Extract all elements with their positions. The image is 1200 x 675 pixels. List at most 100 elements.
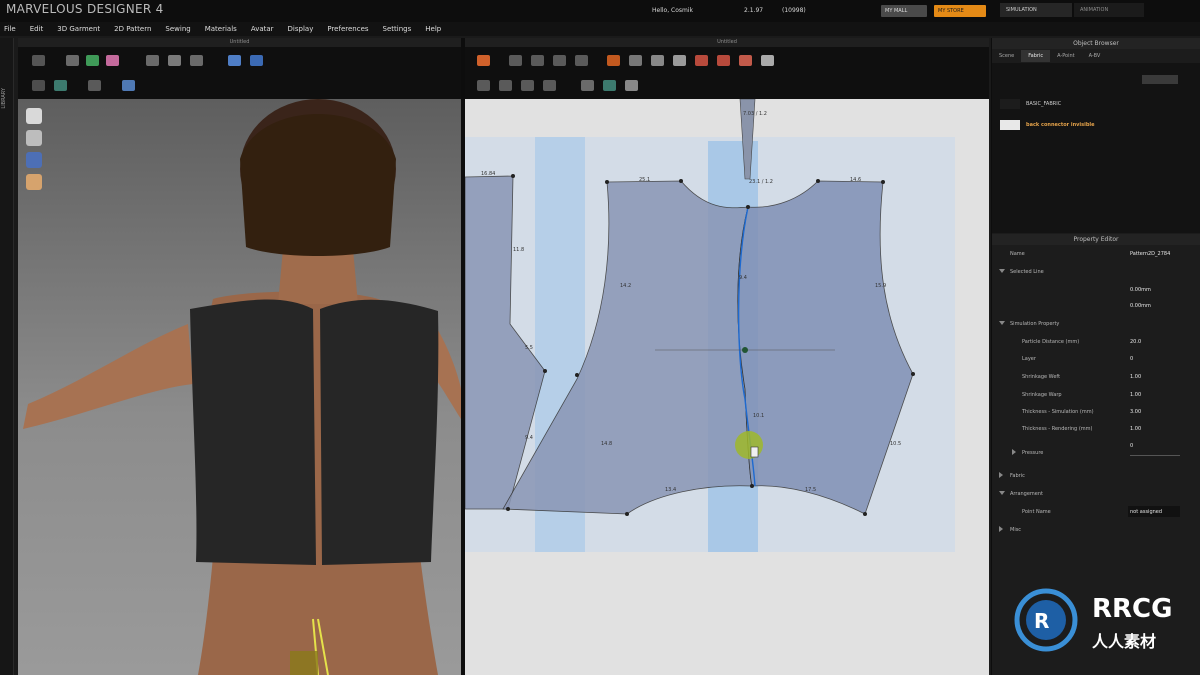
property-row: 0.00mm	[992, 298, 1200, 314]
internal-circle-icon[interactable]	[739, 55, 752, 66]
rectangle-icon[interactable]	[651, 55, 664, 66]
viewport-2d[interactable]: 7.03 / 1.2 16.84 23.1 / 1.2 25.1 14.6 11…	[465, 99, 989, 675]
version-label: 2.1.97	[744, 7, 764, 14]
property-value[interactable]: 0.00mm	[1130, 303, 1151, 309]
pattern-label: 10.5	[890, 441, 901, 447]
free-sewing-icon[interactable]	[499, 80, 512, 91]
tab-scene[interactable]: Scene	[992, 50, 1021, 62]
select-sewing-icon[interactable]	[581, 80, 594, 91]
internal-rect-icon[interactable]	[717, 55, 730, 66]
tab-fabric[interactable]: Fabric	[1021, 50, 1051, 62]
menu-help[interactable]: Help	[425, 25, 441, 33]
menu-display[interactable]: Display	[288, 25, 314, 33]
menu-materials[interactable]: Materials	[205, 25, 237, 33]
my-store-button[interactable]: MY STORE	[934, 5, 986, 17]
vertex	[679, 179, 683, 183]
menu-3d-garment[interactable]: 3D Garment	[57, 25, 100, 33]
dart-icon[interactable]	[607, 55, 620, 66]
menu-preferences[interactable]: Preferences	[327, 25, 368, 33]
pattern-label: 14.6	[850, 177, 861, 183]
menu-settings[interactable]: Settings	[383, 25, 412, 33]
cursor-icon	[750, 446, 759, 458]
library-strip[interactable]: LIBRARY	[0, 38, 14, 675]
tack-sewing-icon[interactable]	[521, 80, 534, 91]
internal-polygon-icon[interactable]	[695, 55, 708, 66]
pressure-slider[interactable]	[1130, 455, 1180, 456]
collapse-icon[interactable]	[999, 491, 1005, 495]
edit-sewing-icon[interactable]	[543, 80, 556, 91]
shirt-blue-icon[interactable]	[228, 55, 241, 66]
panel-3d-title: Untitled	[18, 38, 461, 47]
select-icon[interactable]	[66, 55, 79, 66]
property-label: Name	[1010, 251, 1025, 257]
pin-icon[interactable]	[168, 55, 181, 66]
measure-icon[interactable]	[32, 80, 45, 91]
section-simulation-property[interactable]: Simulation Property	[992, 316, 1200, 332]
tab-simulation[interactable]: SIMULATION	[1000, 3, 1072, 17]
edit-point-icon[interactable]	[509, 55, 522, 66]
internal-dart-icon[interactable]	[761, 55, 774, 66]
shirt-blue-2-icon[interactable]	[250, 55, 263, 66]
grid-icon[interactable]	[625, 80, 638, 91]
collapse-icon[interactable]	[999, 321, 1005, 325]
window-icon[interactable]	[122, 80, 135, 91]
property-value: not assigned	[1130, 509, 1163, 515]
fabric-tool-icon[interactable]	[54, 80, 67, 91]
property-value[interactable]: 0.00mm	[1130, 287, 1151, 293]
tab-a-point[interactable]: A-Point	[1050, 50, 1082, 62]
expand-icon[interactable]	[999, 472, 1003, 478]
menu-sewing[interactable]: Sewing	[165, 25, 190, 33]
texture-edit-icon[interactable]	[603, 80, 616, 91]
section-misc[interactable]: Misc	[992, 522, 1200, 538]
avatar-tool-icon[interactable]	[88, 80, 101, 91]
vertex	[911, 372, 915, 376]
menu-2d-pattern[interactable]: 2D Pattern	[114, 25, 151, 33]
property-value[interactable]: Pattern2D_2784	[1130, 251, 1170, 257]
select-mesh-icon[interactable]	[146, 55, 159, 66]
section-selected-line[interactable]: Selected Line	[992, 264, 1200, 280]
fabric-item[interactable]: back connector invisible	[1000, 120, 1095, 130]
fabric-swatch	[1000, 99, 1020, 109]
section-fabric[interactable]: Fabric	[992, 468, 1200, 484]
edit-curve-icon[interactable]	[531, 55, 544, 66]
pattern-label: 17.5	[805, 487, 816, 493]
menu-avatar[interactable]: Avatar	[251, 25, 274, 33]
menu-bar: File Edit 3D Garment 2D Pattern Sewing M…	[0, 22, 1200, 36]
tack-icon[interactable]	[190, 55, 203, 66]
garment-green-icon[interactable]	[86, 55, 99, 66]
section-pressure[interactable]: Pressure	[992, 445, 1200, 461]
panel-2d: Untitled 7.03 / 1.2 16.84 23.1 / 1.2 25.…	[465, 38, 989, 675]
vertex	[625, 512, 629, 516]
viewport-3d[interactable]	[18, 99, 461, 675]
tab-a-bv[interactable]: A-BV	[1082, 50, 1108, 62]
edit-segment-icon[interactable]	[553, 55, 566, 66]
segment-sewing-icon[interactable]	[477, 80, 490, 91]
property-value[interactable]: 1.00	[1130, 374, 1141, 380]
fabric-item[interactable]: BASIC_FABRIC	[1000, 99, 1061, 109]
section-arrangement[interactable]: Arrangement	[992, 486, 1200, 502]
fold-arrow-icon[interactable]	[32, 55, 45, 66]
collapse-icon[interactable]	[999, 269, 1005, 273]
property-value[interactable]: 0	[1130, 356, 1133, 362]
add-fabric-button[interactable]	[1142, 75, 1178, 84]
menu-file[interactable]: File	[4, 25, 16, 33]
circle-icon[interactable]	[673, 55, 686, 66]
expand-icon[interactable]	[1012, 449, 1016, 455]
fabric-name: BASIC_FABRIC	[1026, 101, 1062, 107]
property-value[interactable]: 1.00	[1130, 426, 1141, 432]
fabric-name: back connector invisible	[1026, 122, 1095, 128]
pattern-label: 15.9	[875, 283, 886, 289]
curve-point-icon[interactable]	[575, 55, 588, 66]
expand-icon[interactable]	[999, 526, 1003, 532]
my-mall-button[interactable]: MY MALL	[881, 5, 927, 17]
property-value[interactable]: 1.00	[1130, 392, 1141, 398]
transform-icon[interactable]	[477, 55, 490, 66]
tab-animation[interactable]: ANIMATION	[1074, 3, 1144, 17]
pattern-canvas: 7.03 / 1.2 16.84 23.1 / 1.2 25.1 14.6 11…	[465, 99, 955, 552]
menu-edit[interactable]: Edit	[30, 25, 44, 33]
polygon-icon[interactable]	[629, 55, 642, 66]
property-value[interactable]: 3.00	[1130, 409, 1141, 415]
pattern-label: 23.1 / 1.2	[749, 179, 773, 185]
property-value[interactable]: 20.0	[1130, 339, 1141, 345]
garment-pink-icon[interactable]	[106, 55, 119, 66]
